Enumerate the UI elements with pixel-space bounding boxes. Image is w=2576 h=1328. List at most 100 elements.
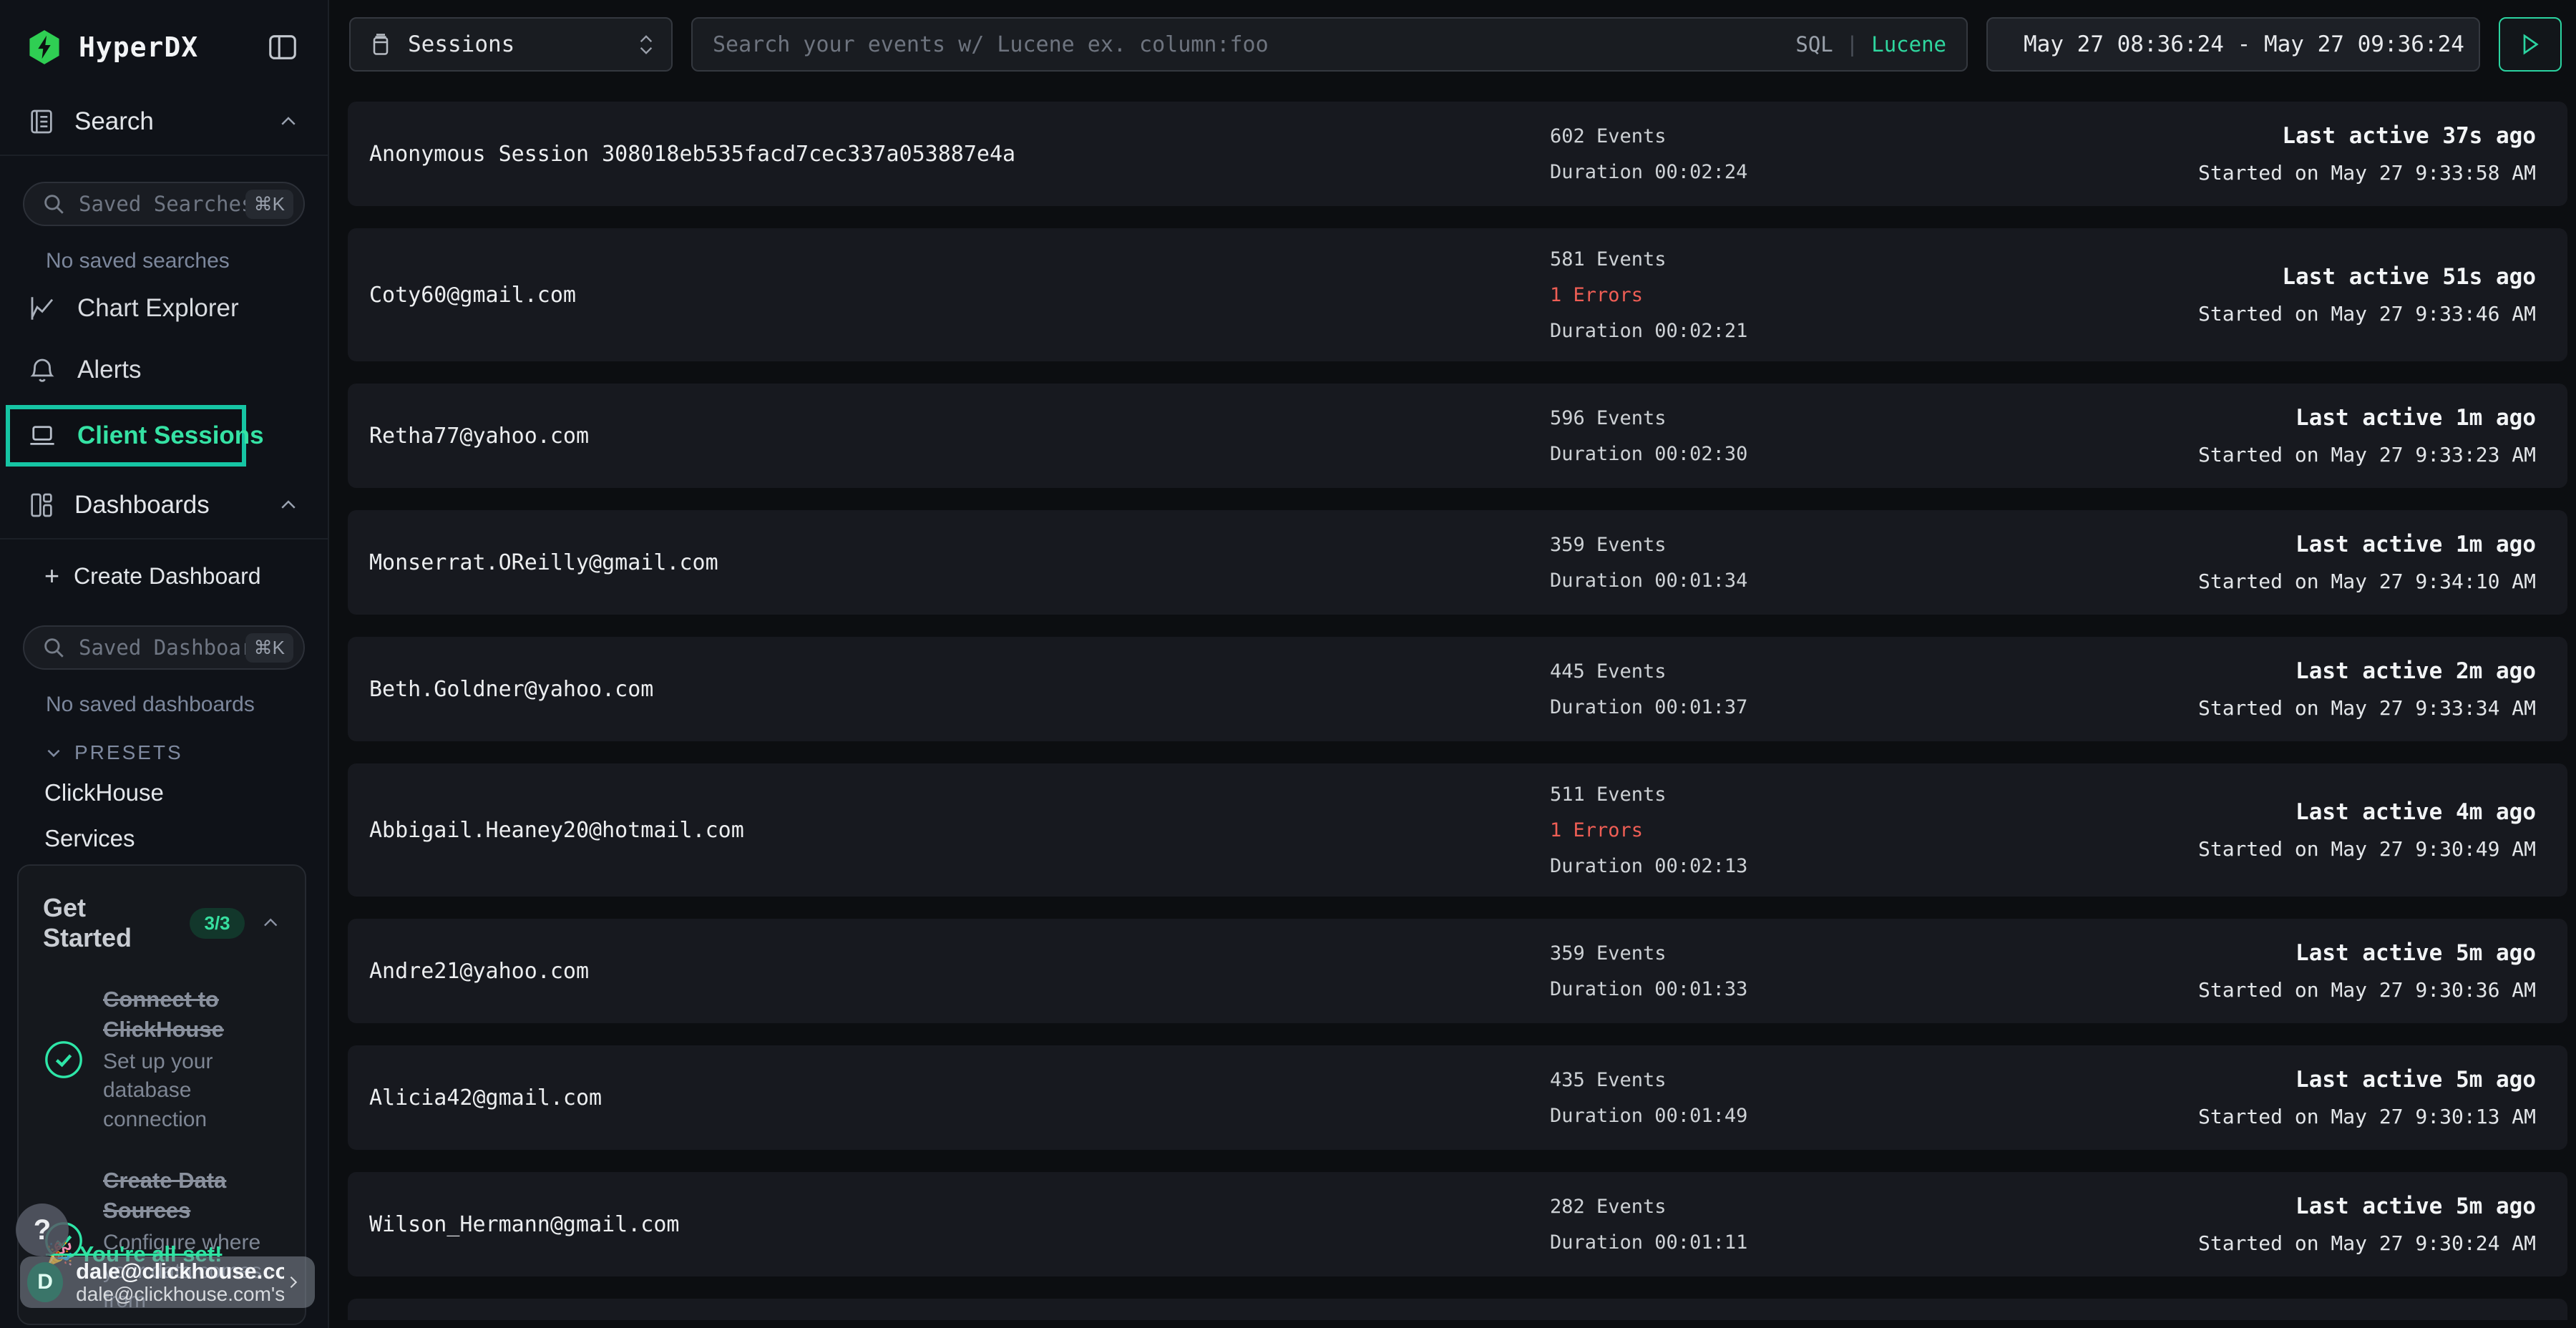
- logo-row: HyperDX: [0, 0, 328, 87]
- session-duration: Duration 00:01:37: [1550, 696, 1747, 718]
- session-name: Abbigail.Heaney20@hotmail.com: [369, 818, 1550, 843]
- no-saved-searches-text: No saved searches: [46, 249, 328, 273]
- session-stats: 445 Events Duration 00:01:37: [1550, 660, 1747, 718]
- sidebar-item-chart-explorer[interactable]: Chart Explorer: [0, 278, 328, 339]
- session-times: Last active 5m ago Started on May 27 9:3…: [2198, 940, 2536, 1002]
- presets-toggle[interactable]: PRESETS: [44, 741, 328, 764]
- search-placeholder: Search your events w/ Lucene ex. column:…: [713, 32, 1795, 57]
- errors-count: 1 Errors: [1550, 819, 1747, 841]
- chevron-up-icon[interactable]: [260, 912, 280, 934]
- avatar: D: [27, 1262, 63, 1302]
- dashboards-label: Dashboards: [74, 491, 210, 519]
- alerts-label: Alerts: [77, 356, 141, 384]
- source-select[interactable]: Sessions: [349, 17, 673, 72]
- time-range-value: May 27 08:36:24 - May 27 09:36:24: [2024, 31, 2464, 57]
- laptop-icon: [27, 421, 57, 451]
- run-query-button[interactable]: [2499, 17, 2562, 72]
- last-active: Last active 1m ago: [2198, 532, 2536, 557]
- sidebar-collapse-icon[interactable]: [266, 31, 299, 64]
- session-times: Last active 51s ago Started on May 27 9:…: [2198, 264, 2536, 326]
- help-button[interactable]: ?: [16, 1204, 69, 1256]
- source-select-value: Sessions: [408, 31, 514, 57]
- sidebar: HyperDX Search Saved Searches ⌘K No save…: [0, 0, 329, 1328]
- search-icon: [42, 192, 66, 216]
- app-window: HyperDX Search Saved Searches ⌘K No save…: [0, 0, 2576, 1328]
- events-count: 445 Events: [1550, 660, 1747, 683]
- preset-services[interactable]: Services: [0, 816, 328, 861]
- user-menu[interactable]: D dale@clickhouse.com dale@clickhouse.co…: [20, 1256, 315, 1308]
- checklist-title: Connect to ClickHouse: [103, 985, 280, 1045]
- session-stats: 581 Events 1 Errors Duration 00:02:21: [1550, 248, 1747, 342]
- create-dashboard-button[interactable]: + Create Dashboard: [0, 540, 328, 600]
- sidebar-item-dashboards[interactable]: Dashboards: [0, 471, 328, 540]
- session-row[interactable]: Anonymous Session 308018eb535facd7cec337…: [348, 102, 2567, 206]
- last-active: Last active 37s ago: [2198, 123, 2536, 149]
- session-row[interactable]: Monserrat.OReilly@gmail.com 359 Events D…: [348, 510, 2567, 615]
- preset-clickhouse[interactable]: ClickHouse: [0, 770, 328, 816]
- checklist-item-connect[interactable]: Connect to ClickHouse Set up your databa…: [43, 985, 280, 1134]
- saved-searches-placeholder: Saved Searches: [79, 192, 245, 216]
- last-active: Last active 1m ago: [2198, 405, 2536, 431]
- user-subtitle: dale@clickhouse.com's: [76, 1284, 284, 1305]
- get-started-header[interactable]: Get Started 3/3: [43, 893, 280, 953]
- question-mark-icon: ?: [34, 1214, 51, 1246]
- session-row[interactable]: Abbigail.Heaney20@hotmail.com 511 Events…: [348, 763, 2567, 897]
- session-times: Last active 1m ago Started on May 27 9:3…: [2198, 532, 2536, 593]
- saved-dashboards-placeholder: Saved Dashboards: [79, 635, 245, 660]
- started-on: Started on May 27 9:30:13 AM: [2198, 1105, 2536, 1128]
- presets-label: PRESETS: [74, 741, 183, 764]
- progress-badge: 3/3: [190, 908, 244, 939]
- chevron-up-icon[interactable]: [278, 494, 299, 516]
- sql-mode-toggle[interactable]: SQL: [1795, 32, 1833, 57]
- session-row[interactable]: Alicia42@gmail.com 435 Events Duration 0…: [348, 1045, 2567, 1150]
- user-text: dale@clickhouse.com dale@clickhouse.com'…: [76, 1260, 284, 1305]
- saved-searches-input[interactable]: Saved Searches ⌘K: [23, 182, 305, 226]
- last-active: Last active 5m ago: [2198, 1067, 2536, 1093]
- app-title: HyperDX: [79, 31, 198, 63]
- last-active: Last active 5m ago: [2198, 940, 2536, 966]
- session-name: Anonymous Session 308018eb535facd7cec337…: [369, 142, 1550, 167]
- session-row[interactable]: Retha77@yahoo.com 596 Events Duration 00…: [348, 384, 2567, 488]
- session-row[interactable]: Coty60@gmail.com 581 Events 1 Errors Dur…: [348, 228, 2567, 361]
- sidebar-item-alerts[interactable]: Alerts: [0, 339, 328, 401]
- session-times: Last active 4m ago Started on May 27 9:3…: [2198, 799, 2536, 861]
- chevron-up-icon[interactable]: [278, 111, 299, 132]
- saved-dashboards-input[interactable]: Saved Dashboards ⌘K: [23, 625, 305, 670]
- session-name: Alicia42@gmail.com: [369, 1085, 1550, 1110]
- session-row[interactable]: Wilson_Hermann@gmail.com 282 Events Dura…: [348, 1172, 2567, 1276]
- hyperdx-logo-icon: [26, 29, 63, 66]
- started-on: Started on May 27 9:33:23 AM: [2198, 443, 2536, 467]
- events-count: 581 Events: [1550, 248, 1747, 270]
- session-stats: 602 Events Duration 00:02:24: [1550, 125, 1747, 183]
- select-carets-icon: [638, 34, 654, 55]
- plus-icon: +: [44, 561, 59, 591]
- session-duration: Duration 00:01:34: [1550, 570, 1747, 592]
- started-on: Started on May 27 9:30:24 AM: [2198, 1231, 2536, 1255]
- session-name: Beth.Goldner@yahoo.com: [369, 677, 1550, 702]
- time-range-picker[interactable]: May 27 08:36:24 - May 27 09:36:24: [1986, 17, 2480, 72]
- session-duration: Duration 00:02:13: [1550, 855, 1747, 877]
- chevron-right-icon: [284, 1272, 302, 1292]
- session-name: Monserrat.OReilly@gmail.com: [369, 550, 1550, 575]
- session-stats: 596 Events Duration 00:02:30: [1550, 407, 1747, 465]
- last-active: Last active 5m ago: [2198, 1193, 2536, 1219]
- started-on: Started on May 27 9:33:46 AM: [2198, 302, 2536, 326]
- session-stats: 359 Events Duration 00:01:33: [1550, 942, 1747, 1000]
- chart-explorer-label: Chart Explorer: [77, 294, 239, 323]
- session-stats: 435 Events Duration 00:01:49: [1550, 1069, 1747, 1127]
- started-on: Started on May 27 9:30:36 AM: [2198, 978, 2536, 1002]
- last-active: Last active 2m ago: [2198, 658, 2536, 684]
- cmd-k-shortcut: ⌘K: [245, 633, 293, 663]
- session-row[interactable]: Beth.Goldner@yahoo.com 445 Events Durati…: [348, 637, 2567, 741]
- event-search-input[interactable]: Search your events w/ Lucene ex. column:…: [691, 17, 1968, 72]
- session-row[interactable]: Andre21@yahoo.com 359 Events Duration 00…: [348, 919, 2567, 1023]
- get-started-title: Get Started: [43, 893, 174, 953]
- no-saved-dashboards-text: No saved dashboards: [46, 693, 328, 717]
- session-duration: Duration 00:02:30: [1550, 443, 1747, 465]
- session-row-partial[interactable]: [348, 1299, 2567, 1320]
- sidebar-item-search[interactable]: Search: [0, 87, 328, 156]
- last-active: Last active 51s ago: [2198, 264, 2536, 290]
- sidebar-item-client-sessions[interactable]: Client Sessions: [6, 405, 246, 467]
- check-circle-icon: [43, 1039, 84, 1080]
- lucene-mode-toggle[interactable]: Lucene: [1871, 32, 1946, 57]
